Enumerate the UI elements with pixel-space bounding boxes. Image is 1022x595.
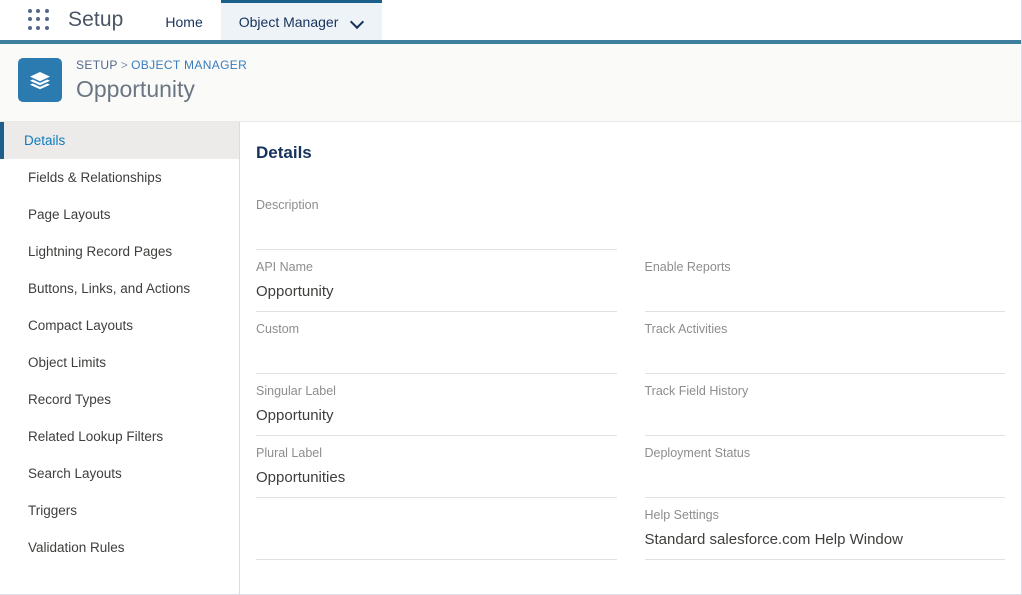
sidebar-item-label: Triggers: [28, 503, 78, 518]
global-navigation-bar: Setup Home Object Manager: [0, 0, 1021, 44]
details-section-title: Details: [256, 143, 312, 162]
field-label: Plural Label: [256, 446, 323, 460]
chevron-down-icon: [352, 16, 364, 28]
app-launcher-button[interactable]: [22, 0, 56, 40]
sidebar-item-label: Search Layouts: [28, 466, 122, 481]
tab-object-manager-label: Object Manager: [238, 13, 339, 30]
sidebar-item-label: Object Limits: [28, 355, 107, 370]
sidebar-item-buttons-links-actions[interactable]: Buttons, Links, and Actions: [0, 270, 239, 307]
sidebar-item-related-lookup-filters[interactable]: Related Lookup Filters: [0, 418, 239, 455]
sidebar-item-label: Lightning Record Pages: [28, 244, 173, 259]
field-track-field-history[interactable]: Track Field History: [644, 382, 1006, 436]
nav-tab-list: Home Object Manager: [147, 0, 383, 40]
field-custom[interactable]: Custom: [256, 320, 617, 374]
field-label: Track Field History: [644, 384, 749, 398]
field-value: [645, 343, 1006, 365]
breadcrumb-root: SETUP: [76, 58, 118, 72]
field-singular-label[interactable]: Singular Label Opportunity: [256, 382, 617, 436]
right-column-spacer: [645, 188, 1006, 250]
field-value: Opportunity: [256, 407, 334, 424]
field-label: API Name: [256, 260, 313, 274]
stacked-layers-icon: [18, 58, 62, 102]
field-label: Deployment Status: [644, 446, 751, 460]
breadcrumb-object-manager-link[interactable]: OBJECT MANAGER: [131, 58, 247, 72]
field-label: Track Activities: [644, 322, 728, 336]
breadcrumb: SETUP > OBJECT MANAGER: [76, 57, 247, 73]
field-value: Opportunities: [256, 469, 346, 486]
page-header-text: SETUP > OBJECT MANAGER Opportunity: [76, 56, 247, 104]
sidebar-item-validation-rules[interactable]: Validation Rules: [0, 529, 239, 566]
sidebar-item-record-types[interactable]: Record Types: [0, 381, 239, 418]
sidebar-item-label: Page Layouts: [28, 207, 111, 222]
field-value: [645, 467, 1006, 489]
tab-object-manager[interactable]: Object Manager: [220, 0, 383, 40]
field-label: Enable Reports: [644, 260, 731, 274]
sidebar-item-compact-layouts[interactable]: Compact Layouts: [0, 307, 239, 344]
sidebar-item-label: Related Lookup Filters: [28, 429, 164, 444]
page-header: SETUP > OBJECT MANAGER Opportunity: [0, 44, 1021, 122]
field-plural-label[interactable]: Plural Label Opportunities: [256, 444, 617, 498]
setup-title: Setup: [68, 8, 124, 31]
sidebar-item-label: Compact Layouts: [28, 318, 134, 333]
details-field-grid: Description API Name Opportunity Custom …: [240, 188, 1021, 560]
sidebar-item-triggers[interactable]: Triggers: [0, 492, 239, 529]
field-value: [645, 281, 1006, 303]
object-sidebar-nav: Details Fields & Relationships Page Layo…: [0, 122, 240, 594]
field-label: Custom: [256, 322, 300, 336]
field-track-activities[interactable]: Track Activities: [644, 320, 1006, 374]
field-value: Opportunity: [256, 283, 334, 300]
page-title: Opportunity: [76, 76, 195, 102]
field-description[interactable]: Description: [256, 196, 617, 250]
sidebar-item-label: Validation Rules: [28, 540, 125, 555]
sidebar-item-label: Buttons, Links, and Actions: [28, 281, 191, 296]
field-label: Help Settings: [644, 508, 719, 522]
field-enable-reports[interactable]: Enable Reports: [644, 258, 1006, 312]
sidebar-item-lightning-record-pages[interactable]: Lightning Record Pages: [0, 233, 239, 270]
tab-home-label: Home: [165, 13, 203, 30]
sidebar-item-object-limits[interactable]: Object Limits: [0, 344, 239, 381]
field-label: Singular Label: [256, 384, 336, 398]
sidebar-item-fields-relationships[interactable]: Fields & Relationships: [0, 159, 239, 196]
field-value: [256, 343, 617, 365]
details-content: Details Description API Name Opportunity…: [240, 122, 1021, 594]
field-left-empty[interactable]: [256, 506, 617, 560]
page-body: Details Fields & Relationships Page Layo…: [0, 122, 1021, 594]
field-help-settings[interactable]: Help Settings Standard salesforce.com He…: [644, 506, 1005, 560]
field-value: [256, 219, 617, 241]
sidebar-item-label: Fields & Relationships: [28, 170, 162, 185]
sidebar-item-label: Details: [24, 133, 66, 148]
app-launcher-waffle-icon: [28, 9, 50, 31]
tab-home[interactable]: Home: [147, 0, 220, 40]
details-left-column: Description API Name Opportunity Custom …: [256, 188, 617, 560]
field-value: [256, 506, 617, 528]
sidebar-item-details[interactable]: Details: [0, 122, 239, 159]
sidebar-item-page-layouts[interactable]: Page Layouts: [0, 196, 239, 233]
sidebar-item-search-layouts[interactable]: Search Layouts: [0, 455, 239, 492]
details-right-column: Enable Reports Track Activities Track Fi…: [644, 188, 1006, 560]
sidebar-item-label: Record Types: [28, 392, 112, 407]
field-label: Description: [256, 198, 319, 212]
field-value: [645, 405, 1006, 427]
field-value: Standard salesforce.com Help Window: [644, 531, 903, 548]
setup-app-frame: Setup Home Object Manager SETUP > OBJECT M…: [0, 0, 1022, 595]
field-api-name[interactable]: API Name Opportunity: [256, 258, 617, 312]
breadcrumb-separator: >: [120, 58, 129, 72]
field-deployment-status[interactable]: Deployment Status: [644, 444, 1006, 498]
